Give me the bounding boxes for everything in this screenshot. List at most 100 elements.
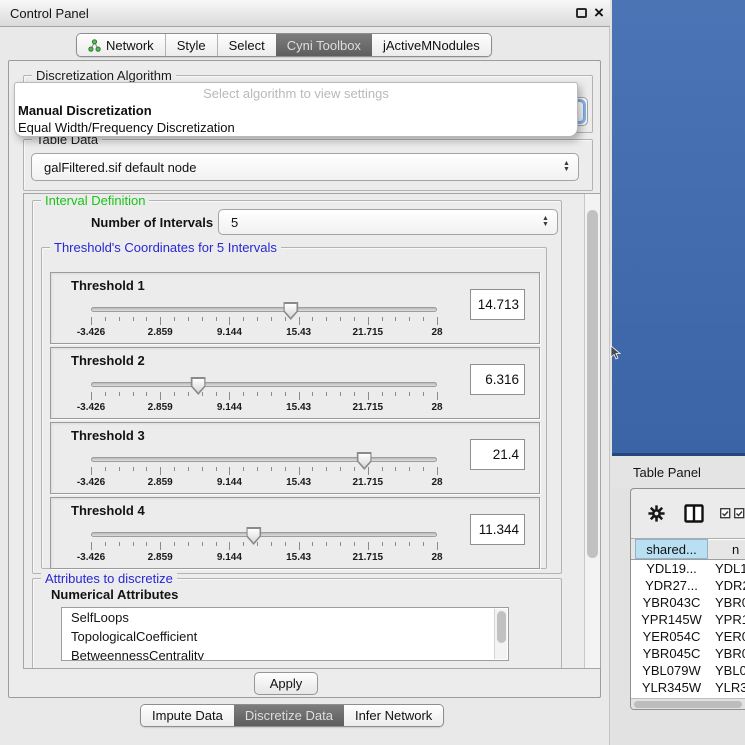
split-view-icon[interactable] [684,504,704,523]
tick-mark [368,542,369,550]
tick-mark [354,392,355,396]
table-row[interactable]: YDR27...YDR2 [631,577,745,594]
tick-mark [271,467,272,471]
tick-mark [174,392,175,396]
numerical-attributes-list[interactable]: SelfLoopsTopologicalCoefficientBetweenne… [61,607,509,661]
tick-mark [312,467,313,471]
table-row[interactable]: YER054CYER0 [631,628,745,645]
table-cell-name: YPR1 [715,611,745,628]
threshold-panel-threshold-3: Threshold 3 -3.4262.8599.14415.4321.71528… [50,422,540,494]
settings-scroll-area: Interval Definition Number of Intervals … [23,193,601,669]
column-header-name[interactable]: n [708,539,745,559]
threshold-label: Threshold 3 [71,428,145,443]
scrollbar-thumb[interactable] [587,210,598,558]
table-row[interactable]: YLR345WYLR3 [631,679,745,696]
slider-scale-labels: -3.4262.8599.14415.4321.71528 [91,552,437,564]
threshold-slider[interactable]: -3.4262.8599.14415.4321.71528 [91,451,437,493]
close-icon[interactable]: × [594,2,604,24]
tick-mark [382,317,383,321]
threshold-slider[interactable]: -3.4262.8599.14415.4321.71528 [91,526,437,568]
tick-mark [299,467,300,475]
slider-ticks [91,542,437,551]
tick-mark [91,392,92,400]
threshold-value-field[interactable]: 21.4 [470,439,525,470]
attributes-group: Attributes to discretize Numerical Attri… [32,578,562,669]
apply-button[interactable]: Apply [254,672,318,695]
tab-infer-network[interactable]: Infer Network [344,705,443,726]
threshold-value-field[interactable]: 14.713 [470,289,525,320]
scrollbar-thumb[interactable] [634,701,742,708]
dropdown-placeholder: Select algorithm to view settings [15,83,577,102]
table-horizontal-scrollbar[interactable] [631,698,745,709]
threshold-value-field[interactable]: 6.316 [470,364,525,395]
tick-mark [312,542,313,546]
slider-track[interactable] [91,532,437,537]
tab-network[interactable]: Network [77,34,165,56]
slider-track[interactable] [91,382,437,387]
tab-jactivemnodules[interactable]: jActiveMNodules [372,34,491,56]
tab-style[interactable]: Style [165,34,217,56]
slider-track[interactable] [91,307,437,312]
list-item[interactable]: BetweennessCentrality [62,646,508,661]
threshold-slider[interactable]: -3.4262.8599.14415.4321.71528 [91,301,437,343]
table-row[interactable]: YPR145WYPR1 [631,611,745,628]
tick-mark [285,317,286,321]
tick-mark [216,392,217,396]
scrollbar-thumb[interactable] [497,611,506,643]
tick-mark [437,467,438,475]
tick-mark [340,317,341,321]
tick-label: 9.144 [217,477,242,488]
table-row[interactable]: YDL19...YDL1 [631,560,745,577]
tab-select[interactable]: Select [217,34,276,56]
slider-track[interactable] [91,457,437,462]
tick-mark [395,467,396,471]
tab-cyni-toolbox[interactable]: Cyni Toolbox [276,34,372,56]
list-item[interactable]: SelfLoops [62,608,508,627]
list-scrollbar[interactable] [494,609,507,659]
dropdown-option-equal-width[interactable]: Equal Width/Frequency Discretization [15,119,577,136]
float-window-icon[interactable] [576,8,587,18]
settings-gear-icon[interactable] [647,504,666,523]
table-cell-name: YLR3 [715,679,745,696]
table-row[interactable]: YBL079WYBL0 [631,662,745,679]
tick-mark [368,317,369,325]
table-row[interactable]: YBR043CYBR0 [631,594,745,611]
column-header-shared[interactable]: shared... [635,539,708,559]
tick-mark [340,467,341,471]
interval-definition-label: Interval Definition [41,193,149,208]
stepper-icon[interactable]: ▲▼ [541,216,550,228]
tick-mark [285,392,286,396]
settings-vertical-scrollbar[interactable] [584,194,600,668]
tick-mark [423,542,424,546]
slider-scale-labels: -3.4262.8599.14415.4321.71528 [91,402,437,414]
threshold-value-field[interactable]: 11.344 [470,514,525,545]
slider-ticks [91,392,437,401]
tick-label: -3.426 [77,552,105,563]
threshold-panel-threshold-2: Threshold 2-3.4262.8599.14415.4321.71528… [50,347,540,419]
select-columns-checkboxes-icon[interactable] [720,508,745,519]
tick-label: -3.426 [77,327,105,338]
tab-label: Discretize Data [245,708,333,723]
tick-mark [257,317,258,321]
tab-impute-data[interactable]: Impute Data [141,705,234,726]
tick-mark [188,392,189,396]
stepper-icon[interactable]: ▲▼ [562,161,571,173]
threshold-slider[interactable]: -3.4262.8599.14415.4321.71528 [91,376,437,418]
number-of-intervals-combobox[interactable]: 5 ▲▼ [218,209,558,235]
table-row[interactable]: YBR045CYBR0 [631,645,745,662]
discretization-algorithm-label: Discretization Algorithm [32,68,176,83]
dropdown-option-manual[interactable]: Manual Discretization [15,102,577,119]
table-cell-shared: YDL19... [635,560,708,577]
tab-discretize-data[interactable]: Discretize Data [234,705,344,726]
table-cell-name: YBR0 [715,645,745,662]
tick-label: 9.144 [217,402,242,413]
bottom-tab-bar: Impute Data Discretize Data Infer Network [140,704,444,727]
tick-mark [105,317,106,321]
table-data-combobox[interactable]: galFiltered.sif default node ▲▼ [31,153,579,181]
table-panel-titlebar[interactable]: Table Panel [612,456,745,488]
tick-mark [395,317,396,321]
list-item[interactable]: TopologicalCoefficient [62,627,508,646]
tab-label: Infer Network [355,708,432,723]
tick-mark [340,542,341,546]
tick-mark [119,542,120,546]
